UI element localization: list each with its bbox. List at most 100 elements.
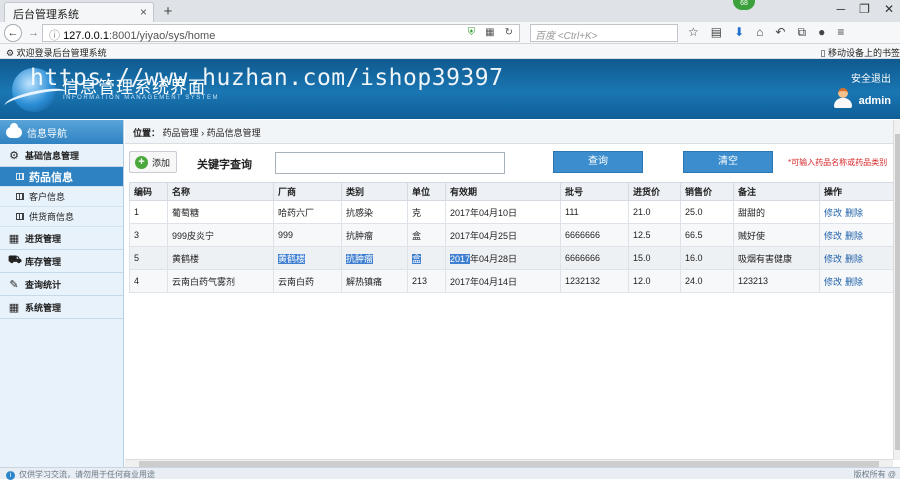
sidebar-group-basic-label: 基础信息管理	[25, 150, 80, 161]
col-header-unit: 单位	[407, 182, 446, 201]
keyword-input[interactable]	[275, 152, 505, 174]
browser-tab[interactable]: 后台管理系统 ×	[4, 2, 154, 22]
sidebar: 信息导航 ⚙ 基础信息管理 药品信息 客户信息 供货商信息 ▦ 进货管理 ⛟ 库…	[0, 120, 124, 467]
sidebar-group-purchase[interactable]: ▦ 进货管理	[0, 227, 123, 250]
sidebar-item-customers[interactable]: 客户信息	[0, 187, 123, 207]
edit-link[interactable]: 修改	[824, 254, 842, 264]
breadcrumb: 位置： 药品管理 › 药品信息管理	[125, 120, 893, 144]
cell-expiry: 2017年04月10日	[445, 200, 561, 224]
close-window-icon[interactable]: ✕	[884, 2, 894, 16]
cell-sell-price: 66.5	[680, 223, 734, 247]
gears-icon: ⚙	[9, 149, 19, 162]
cell-expiry: 2017年04月14日	[445, 269, 561, 293]
col-header-maker: 厂商	[273, 182, 342, 201]
user-avatar-icon	[834, 88, 852, 108]
undo-icon[interactable]: ↶	[775, 25, 785, 40]
cell-batch: 1232132	[560, 269, 629, 293]
query-button[interactable]: 查询	[553, 151, 643, 173]
delete-link[interactable]: 删除	[845, 254, 863, 264]
bookmark-gear-icon: ⚙	[6, 48, 17, 58]
cell-unit: 克	[407, 200, 446, 224]
grid-icon	[16, 213, 24, 220]
edit-link[interactable]: 修改	[824, 277, 842, 287]
sidebar-item-drugs[interactable]: 药品信息	[0, 167, 123, 187]
bookmark-bar: ⚙ 欢迎登录后台管理系统 ▯ 移动设备上的书签	[0, 44, 900, 59]
new-tab-button[interactable]: +	[158, 2, 178, 22]
delete-link[interactable]: 删除	[845, 208, 863, 218]
tab-title: 后台管理系统	[13, 9, 79, 21]
grid-icon	[16, 193, 24, 200]
forward-icon[interactable]: →	[28, 27, 39, 39]
app-header: 信息管理系统界面 INFORMATION MANAGEMENT SYSTEM h…	[0, 59, 900, 119]
sidebar-item-suppliers[interactable]: 供货商信息	[0, 207, 123, 227]
horizontal-scrollbar[interactable]	[125, 459, 893, 467]
star-icon[interactable]: ☆	[688, 25, 699, 40]
sidebar-nav-header: 信息导航	[0, 120, 123, 144]
address-bar[interactable]: ⓘ 127.0.0.1:8001/yiyao/sys/home ⛨ ▦ ↻	[42, 24, 520, 42]
logout-link[interactable]: 安全退出	[851, 70, 891, 85]
sidebar-group-stock[interactable]: ⛟ 库存管理	[0, 250, 123, 273]
cell-note: 贼好使	[733, 223, 820, 247]
col-header-batch: 批号	[560, 182, 629, 201]
info-icon[interactable]: ⓘ	[49, 30, 63, 42]
browser-search-input[interactable]: 百度 <Ctrl+K>	[530, 24, 678, 42]
cell-unit: 盒	[407, 223, 446, 247]
query-toolbar: + 添加 关键字查询 查询 清空 *可输入药品名称或药品类别	[125, 144, 893, 178]
breadcrumb-level1[interactable]: 药品管理	[163, 128, 199, 138]
clipboard-icon[interactable]: ▤	[711, 25, 722, 40]
selected-text: 盒	[412, 253, 422, 264]
reload-icon[interactable]: ↻	[505, 27, 513, 38]
bookmark-welcome[interactable]: 欢迎登录后台管理系统	[17, 48, 107, 58]
clear-button[interactable]: 清空	[683, 151, 773, 173]
edit-link[interactable]: 修改	[824, 208, 842, 218]
delete-link[interactable]: 删除	[845, 277, 863, 287]
vertical-scrollbar[interactable]	[893, 120, 900, 460]
sidebar-item-label: 药品信息	[29, 171, 73, 184]
mobile-bookmarks-label: 移动设备上的书签	[827, 48, 900, 58]
sidebar-group-query[interactable]: ✎ 查询统计	[0, 273, 123, 296]
tab-close-icon[interactable]: ×	[140, 5, 147, 19]
mobile-bookmarks[interactable]: ▯ 移动设备上的书签	[821, 46, 900, 59]
url-path: :8001/yiyao/sys/home	[108, 30, 216, 42]
table-row: 5 黄鹤楼 黄鹤楼 抗肿瘤 盒 2017年04月28日 6666666 15.0…	[129, 246, 894, 270]
cell-batch: 6666666	[560, 223, 629, 247]
home-icon[interactable]: ⌂	[756, 25, 763, 40]
col-header-note: 备注	[733, 182, 820, 201]
cell-buy-price: 12.5	[628, 223, 681, 247]
sidebar-group-query-label: 查询统计	[25, 279, 62, 290]
delete-link[interactable]: 删除	[845, 231, 863, 241]
restore-icon[interactable]: ❐	[859, 2, 870, 16]
back-icon[interactable]: ←	[4, 23, 22, 42]
cell-category: 抗肿瘤	[341, 223, 408, 247]
menu-icon[interactable]: ≡	[837, 25, 844, 40]
cell-category: 抗肿瘤	[341, 246, 408, 270]
shield-icon[interactable]: ⛨	[468, 27, 476, 38]
sidebar-group-system[interactable]: ▦ 系统管理	[0, 296, 123, 319]
search-placeholder: 百度 <Ctrl+K>	[535, 31, 598, 42]
table-row: 1 葡萄糖 哈药六厂 抗感染 克 2017年04月10日 111 21.0 25…	[129, 200, 894, 224]
grid-icon	[16, 173, 24, 180]
url-host: 127.0.0.1	[63, 30, 109, 42]
sidebar-group-system-label: 系统管理	[25, 302, 62, 313]
scroll-thumb[interactable]	[895, 134, 900, 450]
edit-link[interactable]: 修改	[824, 231, 842, 241]
cloud-icon	[6, 122, 22, 138]
window-controls: ─ ❐ ✕	[837, 2, 894, 16]
extension-badge: 68	[733, 0, 755, 10]
cell-name: 云南白药气雾剂	[167, 269, 274, 293]
main-area: 信息导航 ⚙ 基础信息管理 药品信息 客户信息 供货商信息 ▦ 进货管理 ⛟ 库…	[0, 120, 900, 467]
sidebar-group-stock-label: 库存管理	[25, 256, 62, 267]
expiry-rest: 年04月28日	[470, 253, 518, 264]
chat-icon[interactable]: ●	[818, 25, 825, 40]
minimize-icon[interactable]: ─	[837, 2, 846, 16]
cell-maker: 哈药六厂	[273, 200, 342, 224]
sidebar-item-label: 供货商信息	[29, 212, 75, 222]
cell-unit: 盒	[407, 246, 446, 270]
cell-actions: 修改 删除	[819, 269, 894, 293]
qr-icon[interactable]: ▦	[485, 27, 494, 38]
sidebar-group-basic[interactable]: ⚙ 基础信息管理	[0, 144, 123, 167]
crop-icon[interactable]: ⧉	[797, 25, 806, 40]
cell-note: 123213	[733, 269, 820, 293]
download-icon[interactable]: ⬇	[734, 25, 744, 40]
add-button[interactable]: + 添加	[129, 151, 177, 173]
